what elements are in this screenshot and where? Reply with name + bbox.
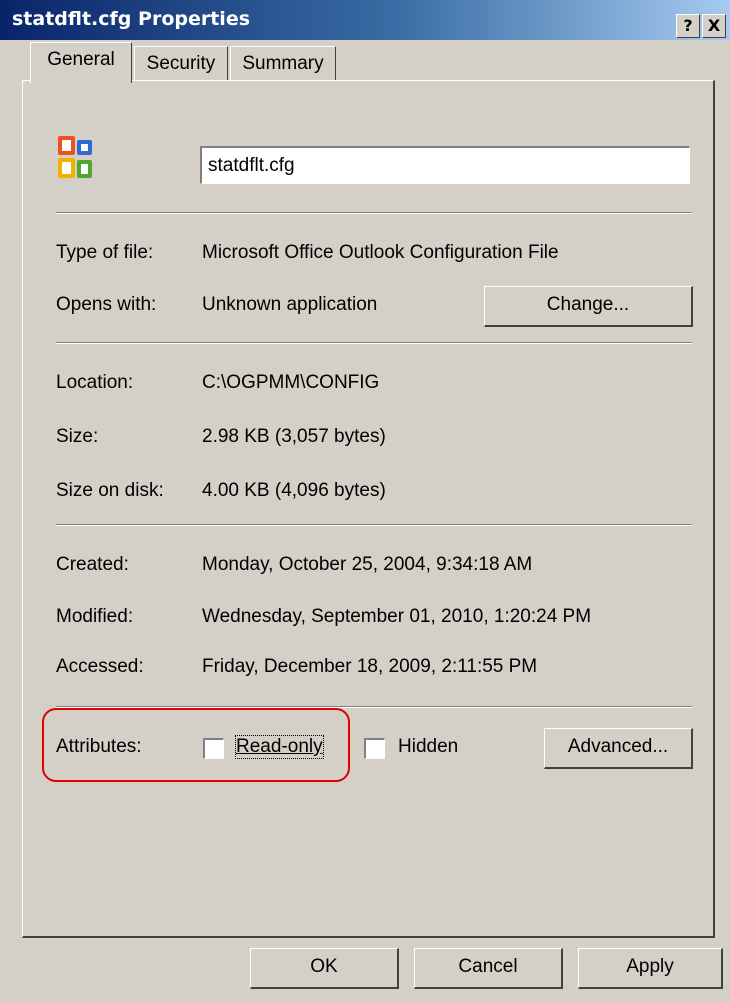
file-name-input[interactable]: statdflt.cfg	[200, 146, 690, 184]
change-button[interactable]: Change...	[484, 286, 693, 327]
separator	[56, 212, 692, 214]
size-value: 2.98 KB (3,057 bytes)	[202, 426, 386, 447]
separator	[56, 342, 692, 344]
opens-with-value: Unknown application	[202, 294, 378, 315]
location-label: Location:	[56, 372, 134, 393]
type-label: Type of file:	[56, 242, 154, 263]
accessed-value: Friday, December 18, 2009, 2:11:55 PM	[202, 656, 538, 677]
hidden-checkbox[interactable]	[364, 738, 385, 759]
advanced-button[interactable]: Advanced...	[544, 728, 693, 769]
type-value: Microsoft Office Outlook Configuration F…	[202, 242, 559, 263]
accessed-label: Accessed:	[56, 656, 144, 677]
tab-general-label: General	[47, 49, 115, 70]
office-icon	[58, 136, 92, 178]
close-button[interactable]: X	[702, 14, 726, 38]
tab-general[interactable]: General	[30, 42, 132, 83]
help-button[interactable]: ?	[676, 14, 700, 38]
read-only-label[interactable]: Read-only	[235, 735, 324, 759]
cancel-button[interactable]: Cancel	[414, 948, 563, 989]
title-bar[interactable]: statdflt.cfg Properties ? X	[0, 0, 730, 40]
modified-label: Modified:	[56, 606, 134, 627]
tab-summary-label: Summary	[242, 53, 324, 74]
opens-with-label: Opens with:	[56, 294, 157, 315]
attributes-label: Attributes:	[56, 736, 142, 757]
modified-value: Wednesday, September 01, 2010, 1:20:24 P…	[202, 606, 592, 627]
apply-button[interactable]: Apply	[578, 948, 723, 989]
tab-security[interactable]: Security	[134, 46, 228, 81]
created-label: Created:	[56, 554, 129, 575]
size-on-disk-label: Size on disk:	[56, 480, 164, 501]
location-value: C:\OGPMM\CONFIG	[202, 372, 380, 393]
window-title: statdflt.cfg Properties	[12, 8, 251, 30]
tab-security-label: Security	[146, 53, 216, 74]
properties-dialog: statdflt.cfg Properties ? X General Secu…	[0, 0, 730, 1002]
size-label: Size:	[56, 426, 99, 447]
created-value: Monday, October 25, 2004, 9:34:18 AM	[202, 554, 533, 575]
size-on-disk-value: 4.00 KB (4,096 bytes)	[202, 480, 386, 501]
ok-button[interactable]: OK	[250, 948, 399, 989]
general-tab-panel	[22, 80, 715, 938]
separator	[56, 524, 692, 526]
hidden-label[interactable]: Hidden	[398, 736, 458, 758]
read-only-checkbox[interactable]	[203, 738, 224, 759]
tab-summary[interactable]: Summary	[230, 46, 336, 81]
